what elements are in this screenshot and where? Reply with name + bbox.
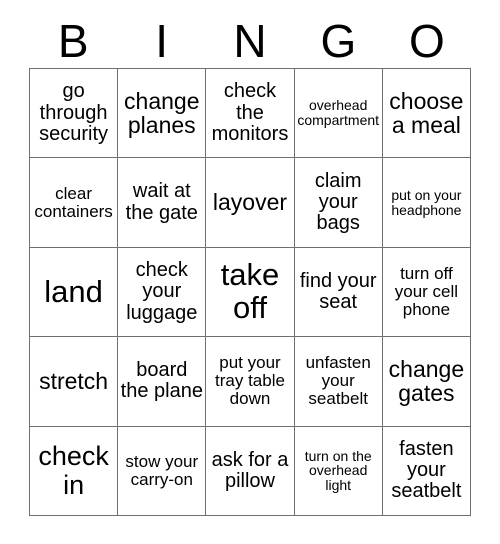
bingo-cell-label: check the monitors — [211, 80, 289, 145]
bingo-cell-label: choose a meal — [389, 87, 464, 139]
bingo-cell-label: clear containers — [34, 183, 113, 221]
bingo-cell[interactable]: take off — [206, 247, 295, 338]
bingo-header-letter-n: N — [233, 15, 267, 67]
bingo-cell[interactable]: choose a meal — [382, 69, 471, 159]
bingo-cell-label: claim your bags — [314, 169, 362, 235]
bingo-cell[interactable]: clear containers — [30, 158, 119, 248]
bingo-cell-label: stretch — [39, 368, 109, 395]
bingo-cell-label: turn on the overhead light — [304, 447, 372, 494]
bingo-cell-label: put your tray table down — [215, 353, 285, 409]
bingo-cell[interactable]: layover — [206, 158, 295, 248]
bingo-cell-label: layover — [212, 189, 288, 216]
bingo-header-letter-o: O — [408, 15, 445, 67]
bingo-cell-label: go through security — [39, 80, 109, 145]
bingo-header-letter-g: G — [320, 15, 357, 67]
bingo-cell[interactable]: put on your headphone — [382, 158, 471, 248]
bingo-header-letter-i: I — [155, 15, 168, 67]
bingo-cell[interactable]: unfasten your seatbelt — [294, 337, 383, 427]
bingo-cell-label: take off — [220, 257, 280, 325]
bingo-header-letter-b: B — [57, 15, 89, 67]
bingo-card: B I N G O go through security change plan… — [0, 0, 500, 544]
bingo-cell[interactable]: stow your carry-on — [118, 426, 207, 516]
bingo-cell[interactable]: claim your bags — [294, 158, 383, 248]
bingo-cell[interactable]: ask for a pillow — [206, 426, 295, 516]
bingo-cell-label: check in — [38, 441, 109, 500]
bingo-cell-label: check your luggage — [126, 259, 198, 324]
bingo-cell-label: overhead compartment — [297, 97, 380, 129]
bingo-cell-label: change planes — [124, 87, 200, 139]
bingo-cell-label: turn off your cell phone — [394, 263, 459, 319]
bingo-cell-label: ask for a pillow — [211, 448, 289, 492]
bingo-cell-label: land — [44, 273, 103, 309]
bingo-cell[interactable]: turn off your cell phone — [382, 247, 471, 338]
bingo-header: B I N G O — [29, 14, 471, 68]
bingo-cell[interactable]: stretch — [30, 337, 119, 427]
bingo-cell[interactable]: check in — [30, 426, 119, 516]
bingo-cell-label: wait at the gate — [125, 180, 198, 224]
bingo-cell-label: put on your headphone — [391, 186, 462, 218]
bingo-cell[interactable]: go through security — [30, 69, 119, 159]
bingo-cell[interactable]: put your tray table down — [206, 337, 295, 427]
bingo-cell[interactable]: change planes — [118, 69, 207, 159]
bingo-cell[interactable]: change gates — [382, 337, 471, 427]
bingo-cell-label: find your seat — [299, 269, 377, 313]
bingo-cell-label: stow your carry-on — [125, 451, 199, 489]
bingo-grid: go through security change planes check th… — [29, 68, 471, 516]
bingo-cell-label: board the plane — [120, 359, 203, 403]
bingo-cell[interactable]: wait at the gate — [118, 158, 207, 248]
bingo-cell[interactable]: find your seat — [294, 247, 383, 338]
bingo-cell[interactable]: fasten your seatbelt — [382, 426, 471, 516]
bingo-cell[interactable]: check the monitors — [206, 69, 295, 159]
bingo-cell[interactable]: turn on the overhead light — [294, 426, 383, 516]
bingo-cell[interactable]: check your luggage — [118, 247, 207, 338]
bingo-cell-label: fasten your seatbelt — [391, 438, 462, 503]
bingo-cell[interactable]: overhead compartment — [294, 69, 383, 159]
bingo-cell-label: change gates — [388, 356, 465, 407]
bingo-cell-label: unfasten your seatbelt — [305, 353, 371, 409]
bingo-cell[interactable]: land — [30, 247, 119, 338]
bingo-cell[interactable]: board the plane — [118, 337, 207, 427]
